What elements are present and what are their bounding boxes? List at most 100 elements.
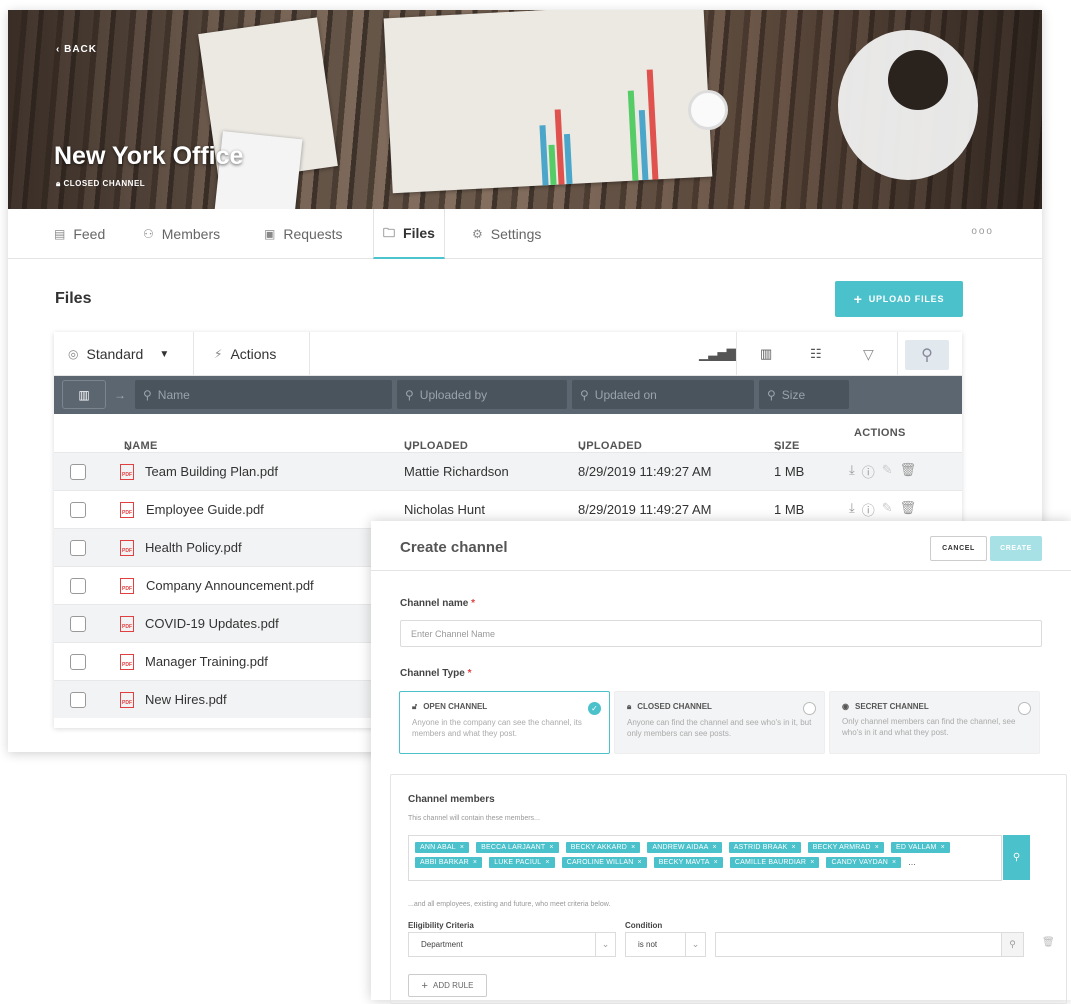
search-icon: ⚲ bbox=[143, 387, 152, 402]
table-row[interactable]: PDF Team Building Plan.pdf Mattie Richar… bbox=[54, 452, 962, 490]
trash-icon[interactable]: 🗑︎ bbox=[1042, 937, 1055, 948]
radio-button[interactable] bbox=[803, 702, 816, 715]
row-checkbox[interactable] bbox=[70, 502, 86, 518]
row-checkbox[interactable] bbox=[70, 464, 86, 480]
search-icon[interactable]: ⚲ bbox=[1001, 933, 1023, 956]
row-checkbox[interactable] bbox=[70, 616, 86, 632]
open-channel-option[interactable]: 🔓︎ OPEN CHANNEL Anyone in the company can… bbox=[399, 691, 610, 754]
member-chip[interactable]: ABBI BARKAR × bbox=[415, 857, 483, 868]
members-chip-input[interactable]: ANN ABAL × BECCA LARJAANT × BECKY AKKARD × … bbox=[408, 835, 1002, 881]
columns-toggle-button[interactable]: ▥ bbox=[62, 380, 106, 409]
closed-channel-option[interactable]: 🔒︎ CLOSED CHANNEL Anyone can find the cha… bbox=[614, 691, 825, 754]
tab-requests[interactable]: ▣ Requests bbox=[264, 209, 343, 259]
search-icon: ⚲ bbox=[405, 387, 414, 402]
row-checkbox[interactable] bbox=[70, 692, 86, 708]
chart-icon[interactable]: ▁▃▅▇ bbox=[699, 332, 736, 376]
file-name[interactable]: New Hires.pdf bbox=[145, 692, 227, 707]
radio-button[interactable] bbox=[1018, 702, 1031, 715]
close-icon[interactable]: × bbox=[460, 844, 464, 851]
info-icon[interactable]: ⓘ bbox=[862, 462, 875, 481]
close-icon[interactable]: × bbox=[545, 859, 549, 866]
file-name[interactable]: Employee Guide.pdf bbox=[146, 502, 264, 517]
lock-icon: 🔒︎ bbox=[56, 179, 61, 188]
upload-files-button[interactable]: + UPLOAD FILES bbox=[835, 281, 963, 317]
filter-icon[interactable]: ▽ bbox=[863, 332, 874, 376]
condition-select[interactable]: is not ⌄ bbox=[625, 932, 706, 957]
eligibility-select[interactable]: Department ⌄ bbox=[408, 932, 616, 957]
caret-down-icon: ▼ bbox=[159, 348, 170, 360]
filter-name-input[interactable]: ⚲ Name bbox=[135, 380, 392, 409]
secret-channel-option[interactable]: ◉ SECRET CHANNEL Only channel members can… bbox=[829, 691, 1040, 754]
info-icon[interactable]: ⓘ bbox=[862, 500, 875, 519]
file-name[interactable]: COVID-19 Updates.pdf bbox=[145, 616, 279, 631]
trash-icon[interactable]: 🗑︎ bbox=[900, 500, 917, 519]
tab-files[interactable]: 🗀 Files bbox=[373, 209, 445, 259]
channel-name-input[interactable]: Enter Channel Name bbox=[400, 620, 1042, 647]
add-rule-button[interactable]: + ADD RULE bbox=[408, 974, 487, 997]
file-name[interactable]: Health Policy.pdf bbox=[145, 540, 242, 555]
close-icon[interactable]: × bbox=[712, 844, 716, 851]
close-icon[interactable]: × bbox=[714, 859, 718, 866]
view-selector[interactable]: ◎ Standard ▼ bbox=[68, 332, 169, 376]
member-chip[interactable]: ED VALLAM × bbox=[890, 842, 950, 853]
member-chip[interactable]: ASTRID BRAAK × bbox=[728, 842, 801, 853]
search-icon: ⚲ bbox=[580, 387, 589, 402]
row-checkbox[interactable] bbox=[70, 654, 86, 670]
back-link[interactable]: ‹ BACK bbox=[56, 44, 97, 55]
member-chip[interactable]: ANDREW AIDAA × bbox=[647, 842, 722, 853]
member-chip[interactable]: CAROLINE WILLAN × bbox=[561, 857, 647, 868]
criteria-value-input[interactable]: ⚲ bbox=[715, 932, 1024, 957]
file-name[interactable]: Team Building Plan.pdf bbox=[145, 464, 278, 479]
close-icon[interactable]: × bbox=[941, 844, 945, 851]
edit-icon[interactable]: ✎ bbox=[882, 500, 893, 519]
file-name[interactable]: Manager Training.pdf bbox=[145, 654, 268, 669]
filter-uploaded-by-input[interactable]: ⚲ Uploaded by bbox=[397, 380, 567, 409]
member-chip[interactable]: ANN ABAL × bbox=[415, 842, 470, 853]
row-actions: ⤓ ⓘ ✎ 🗑︎ bbox=[849, 462, 916, 481]
actions-menu[interactable]: ⚡︎ Actions bbox=[214, 332, 276, 376]
filter-size-input[interactable]: ⚲ Size bbox=[759, 380, 849, 409]
files-title: Files bbox=[55, 290, 92, 307]
member-chip[interactable]: BECKY AKKARD × bbox=[565, 842, 641, 853]
row-checkbox[interactable] bbox=[70, 578, 86, 594]
close-icon[interactable]: × bbox=[791, 844, 795, 851]
chip-label: LUKE PACIUL bbox=[494, 859, 542, 866]
pdf-file-icon: PDF bbox=[120, 616, 134, 632]
label-text: Channel Type bbox=[400, 668, 465, 679]
tab-members[interactable]: ⚇ Members bbox=[143, 209, 220, 259]
close-icon[interactable]: × bbox=[549, 844, 553, 851]
filter-updated-on-input[interactable]: ⚲ Updated on bbox=[572, 380, 754, 409]
member-chip[interactable]: BECCA LARJAANT × bbox=[476, 842, 559, 853]
member-chip[interactable]: CAMILLE BAURDIAR × bbox=[729, 857, 820, 868]
cancel-button[interactable]: CANCEL bbox=[930, 536, 987, 561]
member-chip[interactable]: BECKY ARMRAD × bbox=[807, 842, 884, 853]
group-icon[interactable]: ☷ bbox=[810, 332, 822, 376]
close-icon[interactable]: × bbox=[810, 859, 814, 866]
columns-icon[interactable]: ▥ bbox=[760, 332, 772, 376]
tab-feed[interactable]: ▤ Feed bbox=[54, 209, 105, 259]
dialog-header: Create channel CANCEL CREATE bbox=[371, 521, 1071, 571]
tab-settings[interactable]: ⚙ Settings bbox=[472, 209, 541, 259]
more-options-icon[interactable]: ooo bbox=[971, 226, 994, 237]
close-icon[interactable]: × bbox=[875, 844, 879, 851]
close-icon[interactable]: × bbox=[473, 859, 477, 866]
edit-icon[interactable]: ✎ bbox=[882, 462, 893, 481]
channel-title: New York Office bbox=[54, 142, 244, 170]
member-chip[interactable]: BECKY MAVTA × bbox=[653, 857, 723, 868]
download-icon[interactable]: ⤓ bbox=[849, 462, 855, 481]
member-chip[interactable]: LUKE PACIUL × bbox=[489, 857, 555, 868]
uploaded-by: Nicholas Hunt bbox=[404, 502, 485, 517]
member-chip[interactable]: CANDY VAYDAN × bbox=[826, 857, 902, 868]
close-icon[interactable]: × bbox=[631, 844, 635, 851]
close-icon[interactable]: × bbox=[637, 859, 641, 866]
row-checkbox[interactable] bbox=[70, 540, 86, 556]
create-button[interactable]: CREATE bbox=[990, 536, 1042, 561]
search-button[interactable]: ⚲ bbox=[905, 340, 949, 370]
file-name[interactable]: Company Announcement.pdf bbox=[146, 578, 314, 593]
download-icon[interactable]: ⤓ bbox=[849, 500, 855, 519]
members-search-button[interactable]: ⚲ bbox=[1003, 835, 1030, 880]
required-mark: * bbox=[467, 668, 472, 679]
close-icon[interactable]: × bbox=[892, 859, 896, 866]
trash-icon[interactable]: 🗑︎ bbox=[900, 462, 917, 481]
filter-placeholder: Size bbox=[781, 387, 806, 402]
